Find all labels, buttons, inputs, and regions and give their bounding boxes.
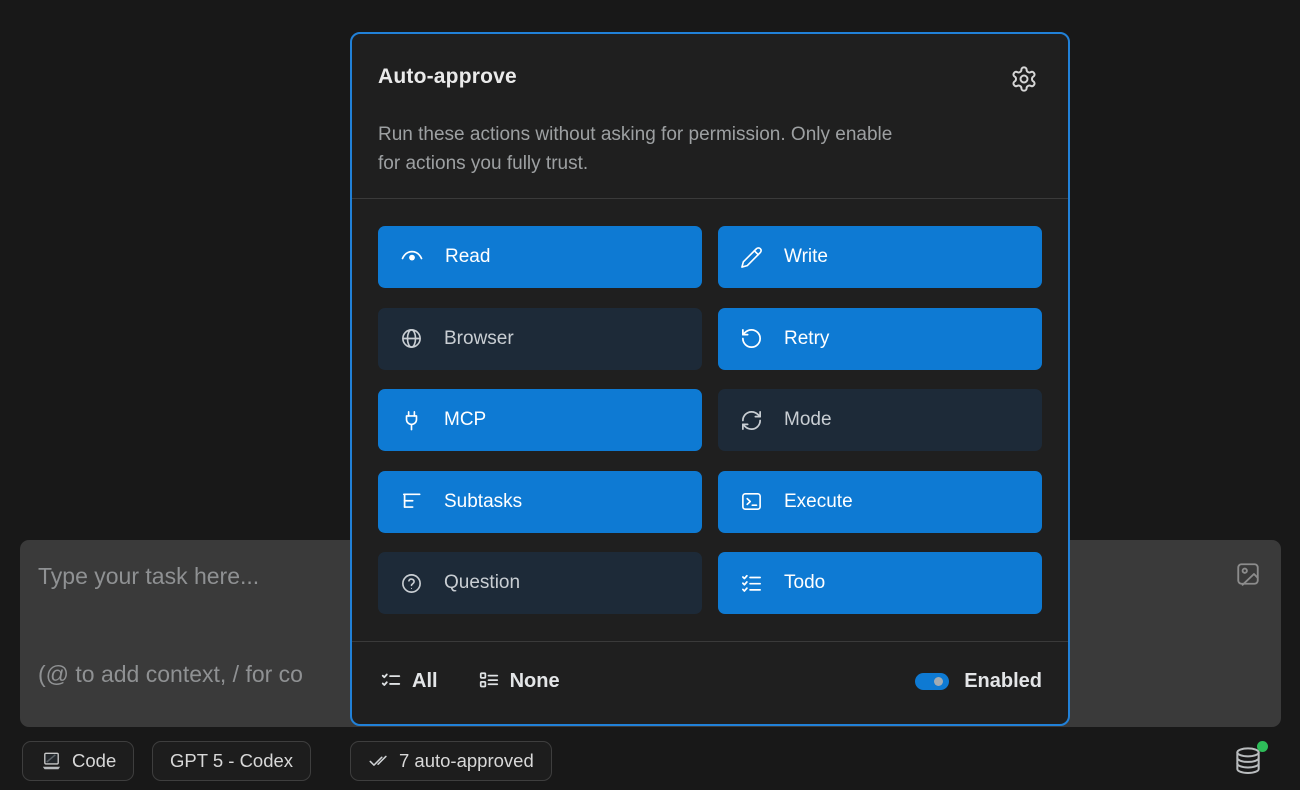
action-toggle-browser[interactable]: Browser — [378, 308, 702, 370]
action-label: Subtasks — [444, 491, 522, 513]
retry-arrow-icon — [740, 327, 763, 350]
action-label: Mode — [784, 409, 832, 431]
checklist-icon — [380, 670, 402, 692]
auto-approved-label: 7 auto-approved — [399, 750, 534, 772]
mode-selector-button[interactable]: Code — [22, 741, 134, 781]
dialog-description: Run these actions without asking for per… — [378, 120, 1038, 178]
action-grid: Read Write Browser — [352, 199, 1068, 641]
action-toggle-read[interactable]: Read — [378, 226, 702, 288]
dialog-header: Auto-approve Run these actions without a… — [352, 34, 1068, 178]
sync-icon — [740, 409, 763, 432]
plug-icon — [400, 409, 423, 432]
enabled-toggle[interactable] — [915, 673, 949, 690]
action-toggle-retry[interactable]: Retry — [718, 308, 1042, 370]
status-dot — [1257, 741, 1268, 752]
task-input-placeholder: Type your task here... — [38, 563, 259, 590]
todo-checklist-icon — [740, 572, 763, 595]
model-label: GPT 5 - Codex — [170, 750, 293, 772]
task-input-hint: (@ to add context, / for co — [38, 661, 303, 688]
action-label: Todo — [784, 572, 825, 594]
all-label: All — [412, 670, 438, 693]
action-label: Read — [445, 246, 490, 268]
select-none-button[interactable]: None — [478, 670, 560, 693]
settings-gear-icon[interactable] — [1010, 65, 1038, 93]
check-all-icon — [368, 750, 390, 772]
none-label: None — [510, 670, 560, 693]
attach-image-icon[interactable] — [1235, 561, 1261, 587]
action-label: Write — [784, 246, 828, 268]
eye-icon — [400, 245, 424, 269]
action-label: Retry — [784, 328, 829, 350]
subtasks-tree-icon — [400, 490, 423, 513]
action-label: Question — [444, 572, 520, 594]
laptop-icon — [40, 750, 63, 773]
terminal-icon — [740, 490, 763, 513]
toggle-label: Enabled — [964, 670, 1042, 693]
globe-icon — [400, 327, 423, 350]
action-label: Browser — [444, 328, 514, 350]
action-toggle-mode[interactable]: Mode — [718, 389, 1042, 451]
question-circle-icon — [400, 572, 423, 595]
action-toggle-execute[interactable]: Execute — [718, 471, 1042, 533]
action-label: Execute — [784, 491, 853, 513]
memory-database-icon[interactable] — [1232, 744, 1264, 778]
pencil-icon — [740, 246, 763, 269]
mode-label: Code — [72, 750, 116, 772]
auto-approve-dialog: Auto-approve Run these actions without a… — [350, 32, 1070, 726]
action-label: MCP — [444, 409, 486, 431]
toggle-knob — [934, 677, 943, 686]
app-background: Type your task here... (@ to add context… — [0, 0, 1300, 790]
action-toggle-question[interactable]: Question — [378, 552, 702, 614]
action-toggle-write[interactable]: Write — [718, 226, 1042, 288]
list-squares-icon — [478, 670, 500, 692]
model-selector-button[interactable]: GPT 5 - Codex — [152, 741, 311, 781]
select-all-button[interactable]: All — [380, 670, 438, 693]
action-toggle-mcp[interactable]: MCP — [378, 389, 702, 451]
action-toggle-todo[interactable]: Todo — [718, 552, 1042, 614]
auto-approve-summary-button[interactable]: 7 auto-approved — [350, 741, 552, 781]
action-toggle-subtasks[interactable]: Subtasks — [378, 471, 702, 533]
dialog-footer: All None Enabled — [352, 642, 1068, 724]
dialog-title: Auto-approve — [378, 64, 517, 90]
